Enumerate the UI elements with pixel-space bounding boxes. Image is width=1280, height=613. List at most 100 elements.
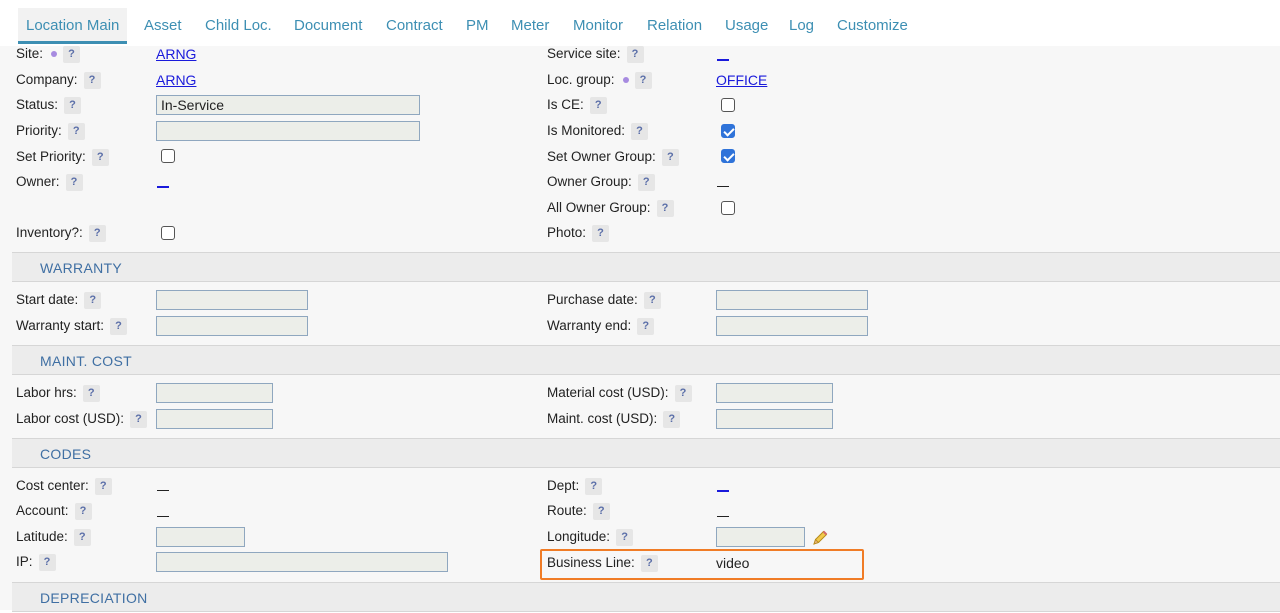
help-icon[interactable]: ? [130, 410, 148, 428]
dept-link[interactable] [717, 490, 729, 492]
loc-group-label: Loc. group:? [547, 70, 652, 90]
help-icon[interactable]: ? [592, 224, 610, 242]
tab-pm[interactable]: PM [466, 8, 489, 44]
help-icon[interactable]: ? [589, 96, 607, 114]
tab-location-main[interactable]: Location Main [18, 8, 128, 44]
help-icon[interactable]: ? [73, 528, 91, 546]
help-icon[interactable]: ? [74, 502, 92, 520]
cost-center-empty [157, 490, 169, 491]
help-icon[interactable]: ? [616, 528, 634, 546]
section-codes[interactable]: CODES [12, 438, 1280, 468]
tab-document[interactable]: Document [294, 8, 362, 44]
tab-meter[interactable]: Meter [511, 8, 549, 44]
tab-monitor[interactable]: Monitor [573, 8, 623, 44]
photo-label: Photo:? [547, 223, 610, 243]
ip-field[interactable] [156, 552, 448, 572]
company-link[interactable]: ARNG [156, 70, 196, 90]
help-icon[interactable]: ? [637, 173, 655, 191]
start-date-label: Start date:? [16, 290, 102, 310]
help-icon[interactable]: ? [84, 291, 102, 309]
section-warranty[interactable]: WARRANTY [12, 252, 1280, 282]
help-icon[interactable]: ? [631, 122, 649, 140]
account-empty [157, 516, 169, 517]
longitude-field[interactable] [716, 527, 805, 547]
owner-link[interactable] [157, 186, 169, 188]
section-depreciation[interactable]: DEPRECIATION [12, 582, 1280, 612]
warranty-start-field[interactable] [156, 316, 308, 336]
all-owner-group-label: All Owner Group:? [547, 198, 674, 218]
set-priority-label: Set Priority:? [16, 147, 109, 167]
is-ce-checkbox[interactable] [721, 98, 735, 112]
help-icon[interactable]: ? [585, 477, 603, 495]
loc-group-link[interactable]: OFFICE [716, 70, 767, 90]
tab-usage[interactable]: Usage [725, 8, 768, 44]
set-owner-group-checkbox[interactable] [721, 149, 735, 163]
tab-log[interactable]: Log [789, 8, 814, 44]
warranty-end-field[interactable] [716, 316, 868, 336]
help-icon[interactable]: ? [38, 553, 56, 571]
help-icon[interactable]: ? [65, 173, 83, 191]
help-icon[interactable]: ? [634, 71, 652, 89]
help-icon[interactable]: ? [674, 384, 692, 402]
tab-bar: Location Main Asset Child Loc. Document … [0, 4, 1280, 46]
dept-label: Dept:? [547, 476, 603, 496]
tab-child-loc[interactable]: Child Loc. [205, 8, 272, 44]
help-icon[interactable]: ? [637, 317, 655, 335]
help-icon[interactable]: ? [656, 199, 674, 217]
pencil-icon[interactable] [811, 529, 829, 547]
help-icon[interactable]: ? [83, 71, 101, 89]
set-priority-checkbox[interactable] [161, 149, 175, 163]
help-icon[interactable]: ? [661, 148, 679, 166]
labor-cost-field[interactable] [156, 409, 273, 429]
help-icon[interactable]: ? [64, 96, 82, 114]
help-icon[interactable]: ? [663, 410, 681, 428]
status-field[interactable]: In-Service [156, 95, 420, 115]
latitude-field[interactable] [156, 527, 245, 547]
warranty-end-label: Warranty end:? [547, 316, 655, 336]
help-icon[interactable]: ? [643, 291, 661, 309]
route-label: Route:? [547, 501, 610, 521]
inventory-checkbox[interactable] [161, 226, 175, 240]
business-line-highlight [540, 549, 864, 580]
labor-hrs-field[interactable] [156, 383, 273, 403]
help-icon[interactable]: ? [94, 477, 112, 495]
maint-cost-field[interactable] [716, 409, 833, 429]
service-site-label: Service site:? [547, 44, 644, 64]
owner-group-label: Owner Group:? [547, 172, 655, 192]
labor-cost-label: Labor cost (USD):? [16, 409, 148, 429]
start-date-field[interactable] [156, 290, 308, 310]
is-monitored-checkbox[interactable] [721, 124, 735, 138]
priority-field[interactable] [156, 121, 420, 141]
tab-contract[interactable]: Contract [386, 8, 443, 44]
help-icon[interactable]: ? [626, 45, 644, 63]
help-icon[interactable]: ? [67, 122, 85, 140]
all-owner-group-checkbox[interactable] [721, 201, 735, 215]
account-label: Account:? [16, 501, 92, 521]
maint-cost-label: Maint. cost (USD):? [547, 409, 681, 429]
site-label: Site:? [16, 44, 81, 64]
status-label: Status:? [16, 95, 82, 115]
tab-asset[interactable]: Asset [144, 8, 182, 44]
purchase-date-field[interactable] [716, 290, 868, 310]
tab-customize[interactable]: Customize [837, 8, 908, 44]
latitude-label: Latitude:? [16, 527, 91, 547]
material-cost-label: Material cost (USD):? [547, 383, 692, 403]
site-link[interactable]: ARNG [156, 44, 196, 64]
longitude-label: Longitude:? [547, 527, 634, 547]
material-cost-field[interactable] [716, 383, 833, 403]
required-dot-icon [51, 51, 58, 58]
help-icon[interactable]: ? [592, 502, 610, 520]
is-ce-label: Is CE:? [547, 95, 607, 115]
owner-label: Owner:? [16, 172, 83, 192]
ip-label: IP:? [16, 552, 56, 572]
help-icon[interactable]: ? [82, 384, 100, 402]
help-icon[interactable]: ? [88, 224, 106, 242]
section-maint-cost[interactable]: MAINT. COST [12, 345, 1280, 375]
owner-group-empty [717, 186, 729, 187]
service-site-link[interactable] [717, 59, 729, 61]
help-icon[interactable]: ? [110, 317, 128, 335]
help-icon[interactable]: ? [63, 45, 81, 63]
warranty-start-label: Warranty start:? [16, 316, 128, 336]
tab-relation[interactable]: Relation [647, 8, 702, 44]
help-icon[interactable]: ? [91, 148, 109, 166]
